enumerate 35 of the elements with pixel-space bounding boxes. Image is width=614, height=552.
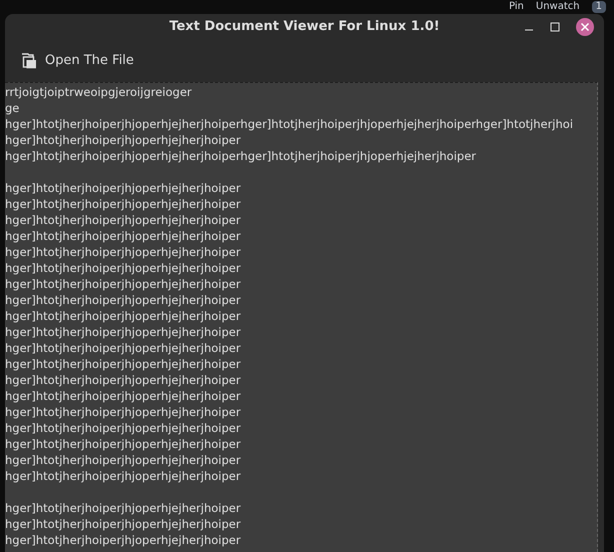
text-line: rrtjoigtjoiptrweoipgjeroijgreioger <box>5 84 192 100</box>
text-line: hger]htotjherjhoiperjhjoperhjejherjhoiper <box>5 356 241 372</box>
text-line: hger]htotjherjhoiperjhjoperhjejherjhoiper <box>5 228 241 244</box>
text-line: hger]htotjherjhoiperjhjoperhjejherjhoiper <box>5 180 241 196</box>
window-title: Text Document Viewer For Linux 1.0! <box>169 18 440 36</box>
text-line: hger]htotjherjhoiperjhjoperhjejherjhoiper <box>5 308 241 324</box>
unwatch-label[interactable]: Unwatch <box>536 0 580 12</box>
files-icon <box>21 53 37 69</box>
text-line: hger]htotjherjhoiperjhjoperhjejherjhoiper <box>5 420 241 436</box>
close-icon[interactable] <box>576 18 594 36</box>
text-line: hger]htotjherjhoiperjhjoperhjejherjhoiper <box>5 196 241 212</box>
text-line: hger]htotjherjhoiperjhjoperhjejherjhoiper <box>5 340 241 356</box>
text-line: hger]htotjherjhoiperjhjoperhjejherjhoiper <box>5 372 241 388</box>
text-line: hger]htotjherjhoiperjhjoperhjejherjhoiper <box>5 244 241 260</box>
text-line: hger]htotjherjhoiperjhjoperhjejherjhoiper <box>5 132 241 148</box>
text-line: hger]htotjherjhoiperjhjoperhjejherjhoiperhger]htotjherjhoiperjhjoperhjejherjhoiperhger]htotjherjhoi <box>5 116 574 132</box>
text-line: hger]htotjherjhoiperjhjoperhjejherjhoiper <box>5 276 241 292</box>
watch-count: 1 <box>592 0 606 12</box>
text-line: hger]htotjherjhoiperjhjoperhjejherjhoiper <box>5 324 241 340</box>
text-line: hger]htotjherjhoiperjhjoperhjejherjhoiper <box>5 532 241 548</box>
text-line: hger]htotjherjhoiperjhjoperhjejherjhoiper <box>5 388 241 404</box>
text-line: hger]htotjherjhoiperjhjoperhjejherjhoiper <box>5 452 241 468</box>
pin-label[interactable]: Pin <box>508 0 524 12</box>
maximize-icon[interactable] <box>550 22 560 32</box>
text-line: hger]htotjherjhoiperjhjoperhjejherjhoiper <box>5 212 241 228</box>
text-line: hger]htotjherjhoiperjhjoperhjejherjhoiper <box>5 292 241 308</box>
text-line: hger]htotjherjhoiperjhjoperhjejherjhoiper <box>5 436 241 452</box>
text-line: hger]htotjherjhoiperjhjoperhjejherjhoiper <box>5 404 241 420</box>
open-file-button[interactable]: Open The File <box>17 47 138 75</box>
text-line: hger]htotjherjhoiperjhjoperhjejherjhoiper <box>5 260 241 276</box>
text-line: hger]htotjherjhoiperjhjoperhjejherjhoiper <box>5 468 241 484</box>
text-line: hger]htotjherjhoiperjhjoperhjejherjhoiper <box>5 500 241 516</box>
text-line: hger]htotjherjhoiperjhjoperhjejherjhoiper <box>5 516 241 532</box>
text-line: ge <box>5 100 20 116</box>
text-line: hger]htotjherjhoiperjhjoperhjejherjhoiperhger]htotjherjhoiperjhjoperhjejherjhoiper <box>5 148 476 164</box>
